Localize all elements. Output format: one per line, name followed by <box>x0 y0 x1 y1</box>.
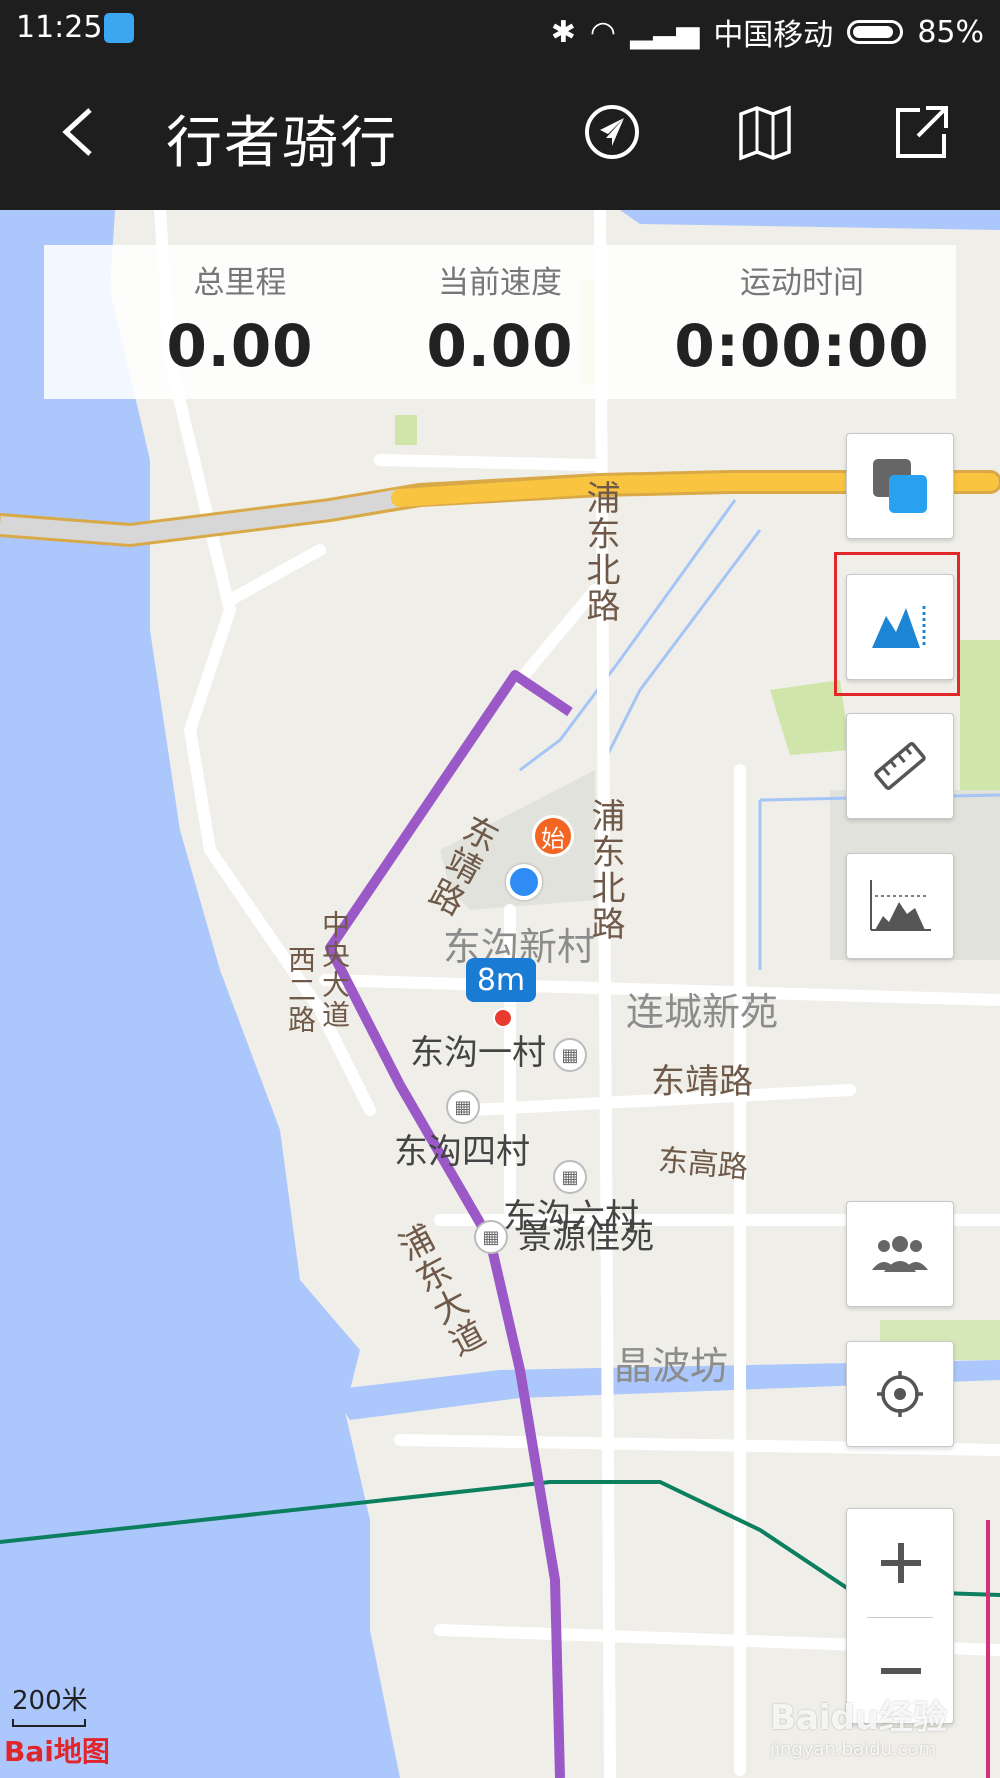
scale-label: 200米 <box>12 1686 88 1716</box>
road-label: 浦东北路 <box>580 480 620 624</box>
current-location-dot <box>506 864 542 900</box>
layers-icon <box>873 459 927 513</box>
page-title: 行者骑行 <box>166 111 398 176</box>
start-marker[interactable]: 始 <box>532 815 574 857</box>
group-icon <box>872 1236 928 1272</box>
signal-icon: ▂▃▅ <box>630 14 700 50</box>
map-icon[interactable] <box>735 102 795 162</box>
wifi-icon: ◠ <box>589 14 617 50</box>
status-bar: 11:25 ✱ ◠ ▂▃▅ 中国移动 85% <box>0 0 1000 56</box>
distance-value: 0.00 <box>166 312 314 380</box>
map-scale: 200米 <box>12 1680 88 1727</box>
carrier-label: 中国移动 <box>713 18 834 53</box>
poi-label: 东沟四村 <box>394 1132 530 1172</box>
poi-building-icon[interactable]: ▦ <box>474 1220 508 1254</box>
layers-button[interactable] <box>846 433 954 539</box>
status-time: 11:25 <box>16 10 103 45</box>
time-stat: 运动时间 0:00:00 <box>652 257 952 380</box>
battery-icon <box>847 20 904 44</box>
poi-label: 景源佳苑 <box>518 1217 654 1257</box>
zoom-in-button[interactable] <box>847 1509 955 1617</box>
poi-label: 东沟一村 <box>410 1033 546 1073</box>
group-button[interactable] <box>846 1201 954 1307</box>
app-bar: 行者骑行 <box>0 56 1000 210</box>
speed-stat: 当前速度 0.00 <box>350 257 650 380</box>
poi-building-icon[interactable]: ▦ <box>446 1090 480 1124</box>
ruler-button[interactable] <box>846 713 954 819</box>
navigate-icon[interactable] <box>582 102 642 162</box>
poi-building-icon[interactable]: ▦ <box>553 1160 587 1194</box>
area-label: 晶波坊 <box>614 1344 729 1388</box>
ruler-icon <box>874 741 926 791</box>
notification-icon <box>104 13 134 43</box>
speed-label: 当前速度 <box>438 265 562 301</box>
locate-icon <box>877 1371 923 1417</box>
ride-stats-panel: 总里程 0.00 当前速度 0.00 运动时间 0:00:00 <box>44 245 956 399</box>
back-icon[interactable] <box>50 102 110 162</box>
status-right: ✱ ◠ ▂▃▅ 中国移动 85% <box>551 10 984 54</box>
watermark: Baidu经验 jingyan.baidu.com <box>770 1698 948 1760</box>
chart-icon <box>870 880 931 931</box>
minus-icon <box>881 1668 921 1674</box>
point-marker <box>493 1008 513 1028</box>
time-value: 0:00:00 <box>674 312 930 380</box>
locate-button[interactable] <box>846 1341 954 1447</box>
road-label: 中央大道 <box>318 910 351 1030</box>
time-label: 运动时间 <box>740 265 864 301</box>
highlight-box <box>834 552 960 696</box>
share-icon[interactable] <box>892 102 952 162</box>
road-label: 浦东北路 <box>585 798 625 942</box>
poi-building-icon[interactable]: ▦ <box>553 1038 587 1072</box>
battery-percent: 85% <box>917 14 984 50</box>
distance-badge: 8m <box>466 958 536 1002</box>
speed-value: 0.00 <box>426 312 574 380</box>
bluetooth-icon: ✱ <box>550 14 576 50</box>
road-label: 东高路 <box>656 1143 750 1186</box>
area-label: 连城新苑 <box>626 990 779 1034</box>
distance-stat: 总里程 0.00 <box>90 257 390 380</box>
road-label: 东靖路 <box>651 1062 753 1102</box>
plus-icon <box>881 1543 921 1583</box>
distance-label: 总里程 <box>193 265 287 301</box>
baidu-map-logo: Bai地图 <box>4 1735 110 1768</box>
road-label: 西二路 <box>284 945 317 1035</box>
altitude-chart-button[interactable] <box>846 853 954 959</box>
